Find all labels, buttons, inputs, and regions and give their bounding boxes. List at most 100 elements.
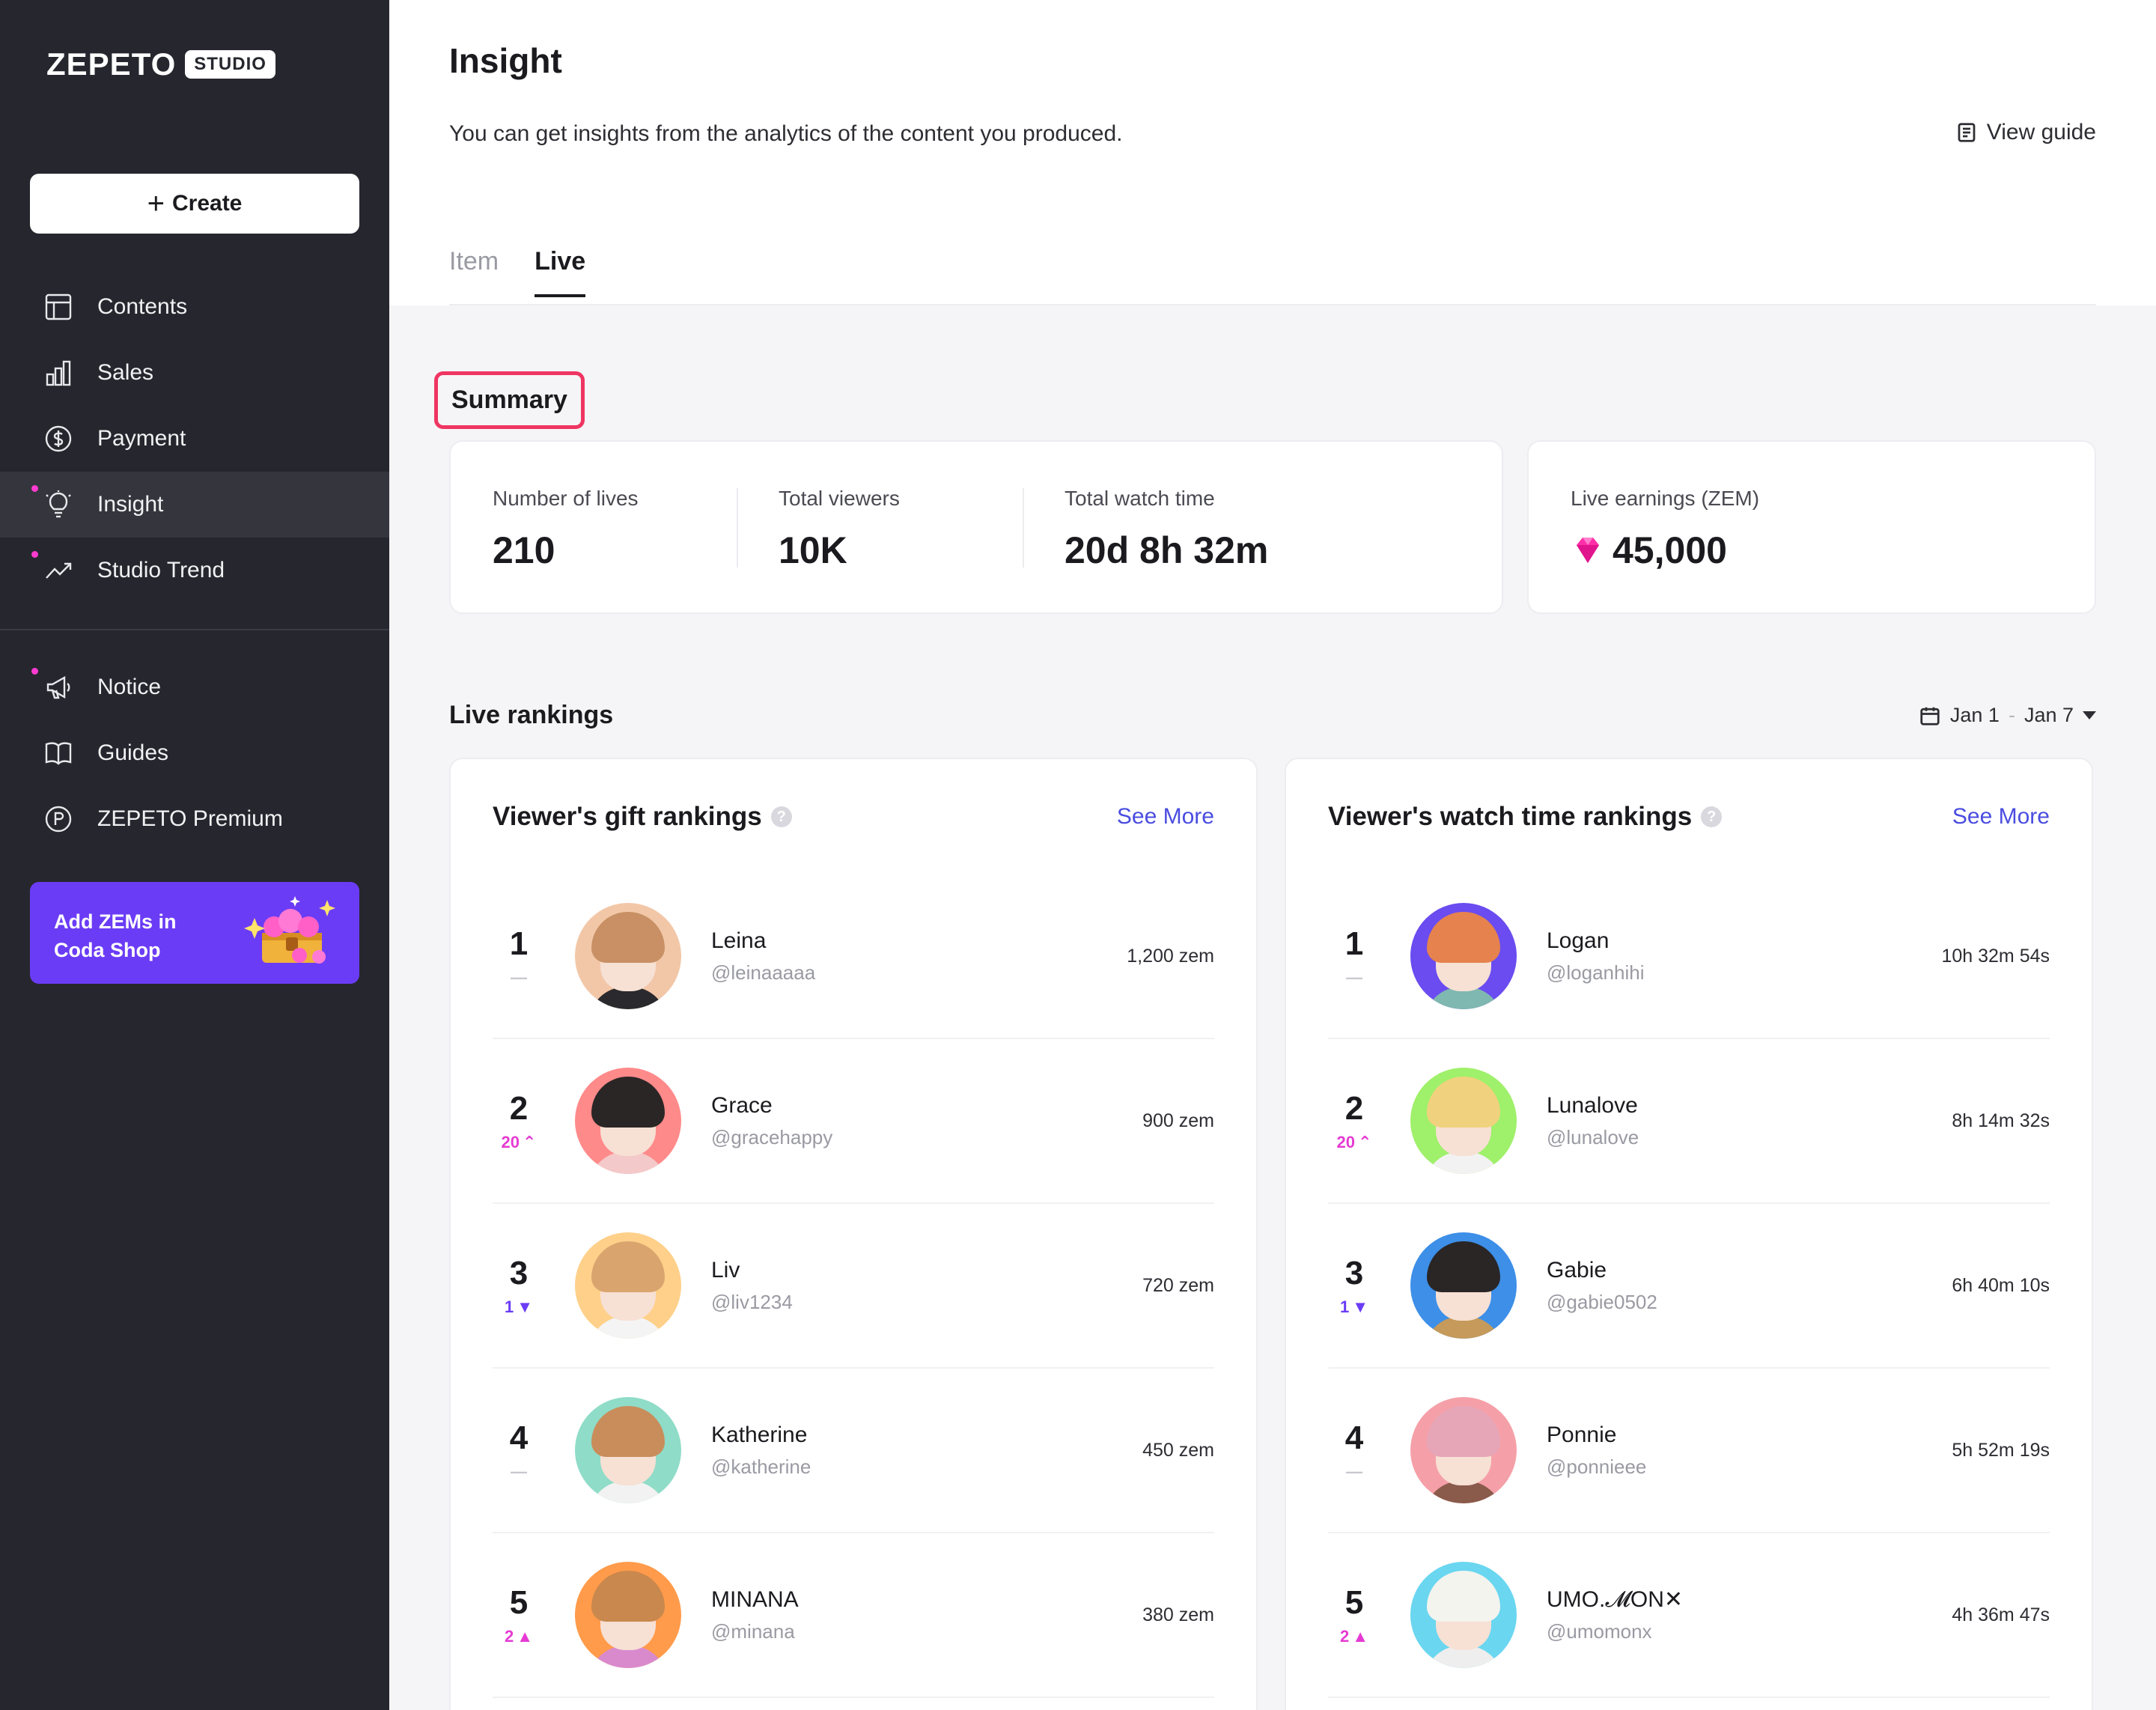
logo-text: ZEPETO bbox=[46, 46, 177, 82]
user-name[interactable]: Lunalove bbox=[1547, 1093, 1952, 1119]
nav-divider bbox=[0, 629, 389, 630]
rank-change: — bbox=[511, 968, 527, 987]
sidebar-item-notice[interactable]: Notice bbox=[0, 654, 389, 720]
rank-number: 5 bbox=[1345, 1584, 1364, 1621]
plus-icon: + bbox=[147, 187, 165, 220]
stat-value: 20d 8h 32m bbox=[1065, 529, 1269, 571]
view-guide-label: View guide bbox=[1986, 120, 2096, 144]
avatar-hair bbox=[591, 1406, 665, 1457]
avatar[interactable] bbox=[1410, 1232, 1517, 1339]
create-button[interactable]: + Create bbox=[30, 174, 359, 234]
new-indicator-dot bbox=[31, 485, 38, 492]
primary-nav: Contents Sales Payment Insight Studio Trend bbox=[0, 274, 389, 603]
ranking-row[interactable]: 1— Logan @loganhihi 10h 32m 54s bbox=[1328, 874, 2050, 1039]
avatar[interactable] bbox=[575, 903, 681, 1009]
sidebar-item-studio-trend[interactable]: Studio Trend bbox=[0, 538, 389, 603]
calendar-icon bbox=[1920, 707, 1940, 725]
ranking-row[interactable]: 4— Katherine @katherine 450 zem bbox=[493, 1369, 1214, 1533]
stat-label: Total watch time bbox=[1065, 487, 1215, 510]
watch-see-more-link[interactable]: See More bbox=[1952, 804, 2050, 830]
zepeto-studio-logo[interactable]: ZEPETO STUDIO bbox=[46, 46, 275, 82]
user-name[interactable]: Liv bbox=[711, 1258, 1142, 1283]
rank-number: 2 bbox=[1345, 1090, 1364, 1127]
sidebar-item-label: Notice bbox=[97, 675, 162, 699]
avatar-hair bbox=[591, 1241, 665, 1292]
avatar-hair bbox=[591, 912, 665, 963]
rank-number: 3 bbox=[509, 1255, 529, 1291]
user-name[interactable]: Logan bbox=[1547, 928, 1941, 954]
gift-see-more-link[interactable]: See More bbox=[1117, 804, 1214, 830]
earnings-label: Live earnings (ZEM) bbox=[1571, 487, 1760, 510]
avatar[interactable] bbox=[1410, 1397, 1517, 1503]
sidebar-item-guides[interactable]: Guides bbox=[0, 720, 389, 786]
user-name[interactable]: Ponnie bbox=[1547, 1423, 1952, 1448]
sidebar-item-sales[interactable]: Sales bbox=[0, 340, 389, 406]
arrow-up-icon: ▲ bbox=[517, 1627, 534, 1646]
tab-live[interactable]: Live bbox=[535, 247, 586, 297]
ranking-row[interactable]: 1— Leina @leinaaaaa 1,200 zem bbox=[493, 874, 1214, 1039]
rank-column: 3 1 ▼ bbox=[493, 1255, 575, 1316]
avatar[interactable] bbox=[1410, 903, 1517, 1009]
arrow-up-icon: ⌃ bbox=[523, 1133, 537, 1151]
insight-tabs: Item Live bbox=[449, 247, 586, 297]
user-info: MINANA @minana bbox=[711, 1587, 1142, 1643]
help-icon[interactable]: ? bbox=[770, 806, 792, 827]
ranking-row[interactable]: 2 20 ⌃ Grace @gracehappy 900 zem bbox=[493, 1039, 1214, 1204]
rank-column: 5 2 ▲ bbox=[493, 1584, 575, 1646]
live-earnings-card: Live earnings (ZEM) 45,000 bbox=[1527, 440, 2096, 614]
rank-number: 1 bbox=[509, 925, 529, 962]
premium-p-icon bbox=[42, 803, 75, 836]
arrow-down-icon: ▼ bbox=[517, 1297, 534, 1316]
megaphone-icon bbox=[42, 671, 75, 704]
avatar[interactable] bbox=[575, 1562, 681, 1668]
date-separator: - bbox=[2008, 704, 2015, 726]
main-content: Insight You can get insights from the an… bbox=[389, 0, 2156, 1710]
tab-item[interactable]: Item bbox=[449, 247, 499, 297]
help-icon[interactable]: ? bbox=[1701, 806, 1723, 827]
page-title: Insight bbox=[449, 41, 562, 80]
avatar[interactable] bbox=[575, 1232, 681, 1339]
user-name[interactable]: Leina bbox=[711, 928, 1127, 954]
user-name[interactable]: MINANA bbox=[711, 1587, 1142, 1613]
view-guide-link[interactable]: View guide bbox=[1955, 120, 2096, 145]
user-info: Liv @liv1234 bbox=[711, 1258, 1142, 1314]
rank-change-value: 2 bbox=[504, 1627, 514, 1646]
ranking-row[interactable]: 3 1 ▼ Liv @liv1234 720 zem bbox=[493, 1204, 1214, 1369]
avatar[interactable] bbox=[575, 1068, 681, 1174]
sidebar-item-payment[interactable]: Payment bbox=[0, 406, 389, 472]
create-label: Create bbox=[171, 191, 243, 216]
avatar[interactable] bbox=[1410, 1068, 1517, 1174]
date-range-picker[interactable]: Jan 1 - Jan 7 bbox=[1919, 704, 2096, 727]
user-name[interactable]: Gabie bbox=[1547, 1258, 1952, 1283]
summary-stat: Number of lives 210 bbox=[451, 442, 737, 612]
logo-badge: STUDIO bbox=[185, 50, 275, 79]
ranking-row[interactable]: 3 1 ▼ Gabie @gabie0502 6h 40m 10s bbox=[1328, 1204, 2050, 1369]
sidebar-item-contents[interactable]: Contents bbox=[0, 274, 389, 340]
user-handle: @ponnieee bbox=[1547, 1455, 1647, 1478]
ranking-row[interactable]: 5 2 ▲ UMO.𝓜ON✕ @umomonx 4h 36m 47s bbox=[1328, 1533, 2050, 1698]
user-name[interactable]: Grace bbox=[711, 1093, 1142, 1119]
summary-title: Summary bbox=[434, 371, 585, 429]
ranking-row[interactable]: 2 20 ⌃ Lunalove @lunalove 8h 14m 32s bbox=[1328, 1039, 2050, 1204]
arrow-up-icon: ⌃ bbox=[1358, 1133, 1372, 1151]
ranking-row[interactable]: 4— Ponnie @ponnieee 5h 52m 19s bbox=[1328, 1369, 2050, 1533]
summary-stat: Total watch time 20d 8h 32m bbox=[1023, 442, 1309, 612]
avatar[interactable] bbox=[575, 1397, 681, 1503]
user-name[interactable]: Katherine bbox=[711, 1423, 1142, 1448]
user-info: Ponnie @ponnieee bbox=[1547, 1423, 1952, 1479]
summary-stats-card: Number of lives 210 Total viewers 10K Total … bbox=[449, 440, 1503, 614]
ranking-metric: 8h 14m 32s bbox=[1952, 1110, 2050, 1131]
page-header: Insight You can get insights from the an… bbox=[389, 0, 2156, 305]
sidebar-item-insight[interactable]: Insight bbox=[0, 472, 389, 538]
ranking-metric: 450 zem bbox=[1142, 1439, 1214, 1461]
rank-column: 2 20 ⌃ bbox=[493, 1090, 575, 1151]
avatar[interactable] bbox=[1410, 1562, 1517, 1668]
coda-shop-promo-banner[interactable]: Add ZEMs in Coda Shop bbox=[30, 882, 359, 984]
sidebar: ZEPETO STUDIO + Create Contents Sales Paym… bbox=[0, 0, 389, 1710]
user-name[interactable]: UMO.𝓜ON✕ bbox=[1547, 1586, 1952, 1613]
gift-rankings-card: Viewer's gift rankings ? See More 1— Lein… bbox=[449, 758, 1258, 1710]
avatar-hair bbox=[1427, 1571, 1500, 1622]
ranking-row[interactable]: 5 2 ▲ MINANA @minana 380 zem bbox=[493, 1533, 1214, 1698]
sidebar-item-zepeto-premium[interactable]: ZEPETO Premium bbox=[0, 786, 389, 852]
dollar-coin-icon bbox=[42, 422, 75, 455]
